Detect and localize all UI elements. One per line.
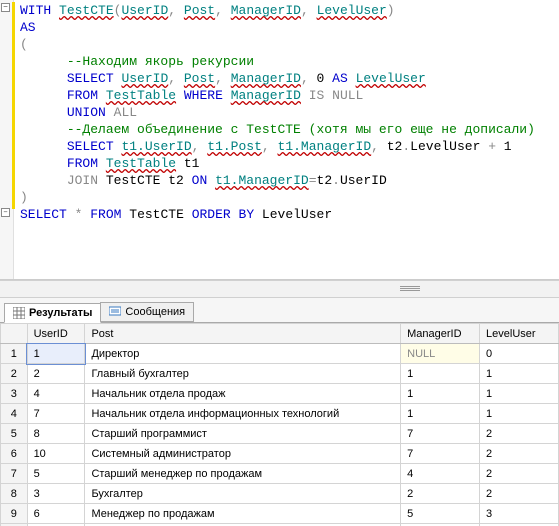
row-header[interactable]: 4 [1,404,28,424]
table-row[interactable]: 96Менеджер по продажам53 [1,504,559,524]
table-row[interactable]: 58Старший программист72 [1,424,559,444]
code-line[interactable]: JOIN TestCTE t2 ON t1.ManagerID=t2.UserI… [20,172,559,189]
table-row[interactable]: 22Главный бухгалтер11 [1,364,559,384]
row-header[interactable]: 8 [1,484,28,504]
results-grid-pane: UserID Post ManagerID LevelUser 11Директ… [0,323,559,526]
cell-post[interactable]: Главный бухгалтер [85,364,401,384]
table-row[interactable]: 34Начальник отдела продаж11 [1,384,559,404]
cell-leveluser[interactable]: 1 [480,384,559,404]
cell-post[interactable]: Менеджер по продажам [85,504,401,524]
cell-leveluser[interactable]: 0 [480,344,559,364]
cell-userid[interactable]: 3 [27,484,85,504]
cell-userid[interactable]: 4 [27,384,85,404]
result-tabs: Результаты Сообщения [0,298,559,323]
cell-post[interactable]: Старший менеджер по продажам [85,464,401,484]
cell-post[interactable]: Старший программист [85,424,401,444]
cell-managerid[interactable]: NULL [401,344,480,364]
cell-userid[interactable]: 1 [27,344,85,364]
table-row[interactable]: 75Старший менеджер по продажам42 [1,464,559,484]
code-line[interactable]: --Находим якорь рекурсии [20,53,559,70]
cell-userid[interactable]: 10 [27,444,85,464]
cell-managerid[interactable]: 4 [401,464,480,484]
cell-userid[interactable]: 6 [27,504,85,524]
corner-cell[interactable] [1,324,28,344]
splitter-grip-icon [400,286,420,292]
tab-results-label: Результаты [29,307,92,319]
cell-post[interactable]: Начальник отдела информационных технолог… [85,404,401,424]
cell-managerid[interactable]: 5 [401,504,480,524]
results-grid[interactable]: UserID Post ManagerID LevelUser 11Директ… [0,323,559,526]
cell-userid[interactable]: 2 [27,364,85,384]
cell-post[interactable]: Директор [85,344,401,364]
code-area[interactable]: WITH TestCTE(UserID, Post, ManagerID, Le… [14,0,559,279]
col-header-managerid[interactable]: ManagerID [401,324,480,344]
sql-editor[interactable]: − – WITH TestCTE(UserID, Post, ManagerID… [0,0,559,280]
cell-managerid[interactable]: 1 [401,384,480,404]
cell-managerid[interactable]: 2 [401,484,480,504]
table-row[interactable]: 47Начальник отдела информационных технол… [1,404,559,424]
grid-header-row: UserID Post ManagerID LevelUser [1,324,559,344]
cell-userid[interactable]: 7 [27,404,85,424]
row-header[interactable]: 6 [1,444,28,464]
table-row[interactable]: 610Системный администратор72 [1,444,559,464]
tab-messages-label: Сообщения [125,306,185,318]
cell-leveluser[interactable]: 2 [480,464,559,484]
col-header-leveluser[interactable]: LevelUser [480,324,559,344]
col-header-post[interactable]: Post [85,324,401,344]
row-header[interactable]: 1 [1,344,28,364]
code-line[interactable]: SELECT * FROM TestCTE ORDER BY LevelUser [20,206,559,223]
tab-results[interactable]: Результаты [4,303,101,323]
code-line[interactable]: SELECT t1.UserID, t1.Post, t1.ManagerID,… [20,138,559,155]
code-line[interactable]: FROM TestTable t1 [20,155,559,172]
grid-icon [13,307,25,319]
fold-toggle-icon[interactable]: − [1,3,10,12]
cell-post[interactable]: Бухгалтер [85,484,401,504]
code-line[interactable]: UNION ALL [20,104,559,121]
change-marker [12,2,15,209]
code-line[interactable]: ) [20,189,559,206]
row-header[interactable]: 5 [1,424,28,444]
row-header[interactable]: 9 [1,504,28,524]
pane-splitter[interactable] [0,280,559,298]
cell-userid[interactable]: 5 [27,464,85,484]
code-line[interactable]: ( [20,36,559,53]
cell-managerid[interactable]: 7 [401,444,480,464]
code-line[interactable]: FROM TestTable WHERE ManagerID IS NULL [20,87,559,104]
fold-end-icon: – [1,208,10,217]
cell-post[interactable]: Начальник отдела продаж [85,384,401,404]
cell-managerid[interactable]: 1 [401,404,480,424]
cell-managerid[interactable]: 7 [401,424,480,444]
tab-messages[interactable]: Сообщения [100,302,194,322]
code-line[interactable]: --Делаем объединение с TestCTE (хотя мы … [20,121,559,138]
row-header[interactable]: 7 [1,464,28,484]
code-line[interactable]: WITH TestCTE(UserID, Post, ManagerID, Le… [20,2,559,19]
messages-icon [109,306,121,318]
code-line[interactable]: SELECT UserID, Post, ManagerID, 0 AS Lev… [20,70,559,87]
table-row[interactable]: 83Бухгалтер22 [1,484,559,504]
cell-post[interactable]: Системный администратор [85,444,401,464]
cell-leveluser[interactable]: 2 [480,424,559,444]
cell-leveluser[interactable]: 1 [480,364,559,384]
row-header[interactable]: 2 [1,364,28,384]
cell-leveluser[interactable]: 1 [480,404,559,424]
editor-gutter: − – [0,0,14,279]
col-header-userid[interactable]: UserID [27,324,85,344]
row-header[interactable]: 3 [1,384,28,404]
code-line[interactable]: AS [20,19,559,36]
cell-userid[interactable]: 8 [27,424,85,444]
table-row[interactable]: 11ДиректорNULL0 [1,344,559,364]
cell-leveluser[interactable]: 3 [480,504,559,524]
cell-leveluser[interactable]: 2 [480,484,559,504]
cell-managerid[interactable]: 1 [401,364,480,384]
cell-leveluser[interactable]: 2 [480,444,559,464]
